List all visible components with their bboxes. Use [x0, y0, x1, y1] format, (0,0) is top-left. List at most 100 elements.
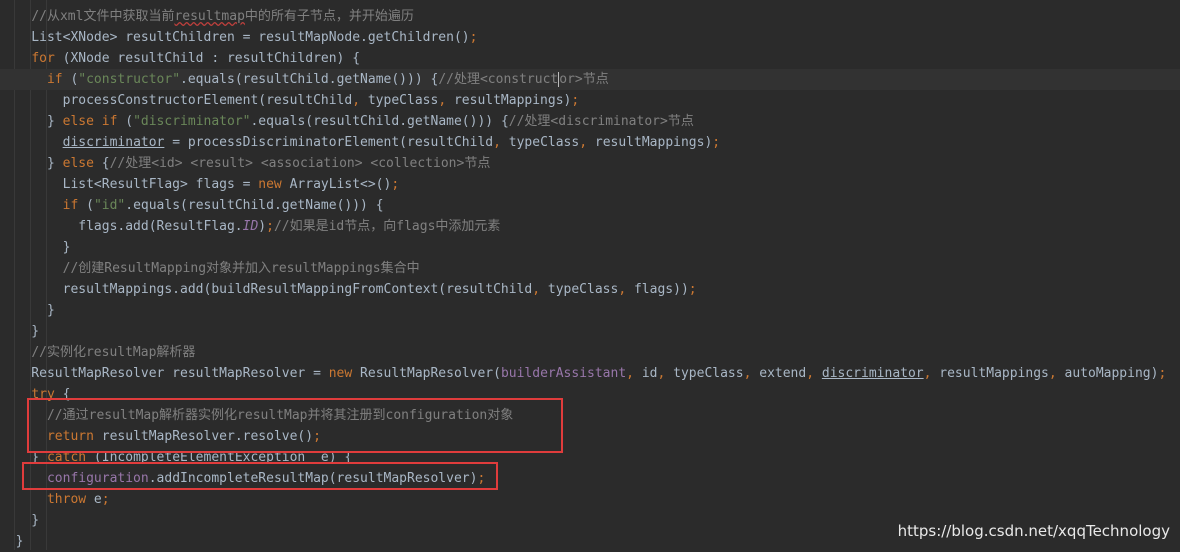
- code-line[interactable]: resultMappings.add(buildResultMappingFro…: [0, 279, 1180, 300]
- code-token: typeClass: [500, 135, 580, 150]
- code-line[interactable]: flags.add(ResultFlag.ID);//如果是id节点，向flag…: [0, 216, 1180, 237]
- code-line[interactable]: //创建ResultMapping对象并加入resultMappings集合中: [0, 258, 1180, 279]
- code-token: ,: [618, 282, 627, 297]
- code-line[interactable]: } else if ("discriminator".equals(result…: [0, 111, 1180, 132]
- code-line[interactable]: if ("constructor".equals(resultChild.get…: [0, 69, 1180, 90]
- code-token: 节点: [582, 72, 609, 87]
- code-token: ;: [712, 135, 721, 150]
- code-line[interactable]: //实例化resultMap解析器: [0, 342, 1180, 363]
- code-token: autoMapping): [1056, 366, 1159, 381]
- code-token: id: [634, 366, 658, 381]
- code-token: discriminator: [62, 135, 165, 150]
- code-line[interactable]: processConstructorElement(resultChild, t…: [0, 90, 1180, 111]
- code-token: ,: [1048, 366, 1057, 381]
- code-token: //处理: [438, 72, 480, 87]
- code-line[interactable]: }: [0, 300, 1180, 321]
- code-line[interactable]: }: [0, 237, 1180, 258]
- code-token: .equals(resultChild.getName())) {: [250, 114, 509, 129]
- code-token: discriminator: [821, 366, 924, 381]
- code-token: ): [258, 219, 267, 234]
- code-token: List<XNode> resultChildren = resultMapNo…: [0, 30, 470, 45]
- code-token: ,: [626, 366, 634, 381]
- code-token: "id": [93, 198, 126, 213]
- code-line[interactable]: List<ResultFlag> flags = new ArrayList<>…: [0, 174, 1180, 195]
- code-token: (XNode resultChild : resultChildren) {: [54, 51, 361, 66]
- code-token: }: [0, 156, 63, 171]
- code-token: typeClass: [540, 282, 619, 297]
- code-token: .equals(resultChild.getName())) {: [180, 72, 439, 87]
- code-token: flags.add(ResultFlag.: [0, 219, 243, 234]
- code-line[interactable]: discriminator = processDiscriminatorElem…: [0, 132, 1180, 153]
- code-token: ;: [391, 177, 400, 192]
- code-token: ID: [242, 219, 259, 234]
- code-token: for: [31, 51, 55, 66]
- code-token: new: [258, 177, 282, 192]
- code-token: new: [328, 366, 353, 381]
- code-line[interactable]: ResultMapResolver resultMapResolver = ne…: [0, 363, 1180, 384]
- code-token: (: [62, 72, 79, 87]
- code-token: extend: [751, 366, 807, 381]
- code-token: }: [0, 303, 55, 318]
- code-token: (: [117, 114, 134, 129]
- code-token: ;: [571, 93, 580, 108]
- code-token: }: [0, 513, 40, 528]
- code-token: ,: [438, 93, 447, 108]
- code-token: ArrayList<>(): [281, 177, 392, 192]
- code-token: throw: [46, 492, 87, 507]
- code-token: or>: [559, 72, 583, 87]
- code-token: "discriminator": [133, 114, 251, 129]
- code-line[interactable]: } else {//处理<id> <result> <association> …: [0, 153, 1180, 174]
- code-token: ,: [352, 93, 361, 108]
- code-token: ,: [579, 135, 588, 150]
- code-token: //如果是id节点，向flags中添加元素: [273, 219, 501, 234]
- code-token: 中的所有子节点，并开始遍历: [244, 9, 414, 24]
- code-line[interactable]: //从xml文件中获取当前resultmap中的所有子节点，并开始遍历: [0, 6, 1180, 27]
- code-line[interactable]: List<XNode> resultChildren = resultMapNo…: [0, 27, 1180, 48]
- code-token: processConstructorElement(resultChild: [0, 93, 353, 108]
- code-token: }: [0, 114, 63, 129]
- code-token: ;: [266, 219, 274, 234]
- code-token: List<ResultFlag> flags =: [0, 177, 259, 192]
- code-line[interactable]: if ("id".equals(resultChild.getName())) …: [0, 195, 1180, 216]
- code-token: }: [0, 534, 24, 549]
- code-line[interactable]: throw e;: [0, 489, 1180, 510]
- code-token: //实例化resultMap解析器: [31, 345, 196, 360]
- code-line[interactable]: }: [0, 321, 1180, 342]
- code-token: //从xml文件中获取当前: [31, 9, 175, 24]
- code-token: .equals(resultChild.getName())) {: [125, 198, 384, 213]
- code-token: resultMappings.add(buildResultMappingFro…: [0, 282, 533, 297]
- code-token: ResultMapResolver(: [352, 366, 501, 381]
- code-token: //处理<discriminator>节点: [508, 114, 694, 129]
- code-token: typeClass: [360, 93, 439, 108]
- code-token: flags)): [626, 282, 689, 297]
- code-token: ;: [1158, 366, 1167, 381]
- code-token: ;: [469, 30, 478, 45]
- code-line[interactable]: for (XNode resultChild : resultChildren)…: [0, 48, 1180, 69]
- code-token: ResultMapResolver resultMapResolver =: [0, 366, 329, 381]
- code-token: //处理<id> <result> <association> <collect…: [109, 156, 491, 171]
- code-token: ,: [532, 282, 541, 297]
- code-token: (: [78, 198, 94, 213]
- code-token: //创建ResultMapping对象并加入resultMappings集合中: [62, 261, 420, 276]
- code-token: }: [0, 324, 40, 339]
- code-token: ;: [101, 492, 110, 507]
- watermark: https://blog.csdn.net/xqqTechnology: [897, 522, 1170, 540]
- code-token: builderAssistant: [500, 366, 627, 381]
- code-token: else if: [62, 114, 118, 129]
- code-token: ;: [688, 282, 697, 297]
- code-token: ,: [493, 135, 501, 150]
- code-editor[interactable]: //从xml文件中获取当前resultmap中的所有子节点，并开始遍历 List…: [0, 0, 1180, 550]
- code-token: = processDiscriminatorElement(resultChil…: [164, 135, 494, 150]
- code-token: if: [62, 198, 79, 213]
- code-token: "constructor": [78, 72, 181, 87]
- code-token: resultmap: [174, 9, 245, 24]
- code-token: ,: [806, 366, 815, 381]
- code-token: typeClass: [665, 366, 744, 381]
